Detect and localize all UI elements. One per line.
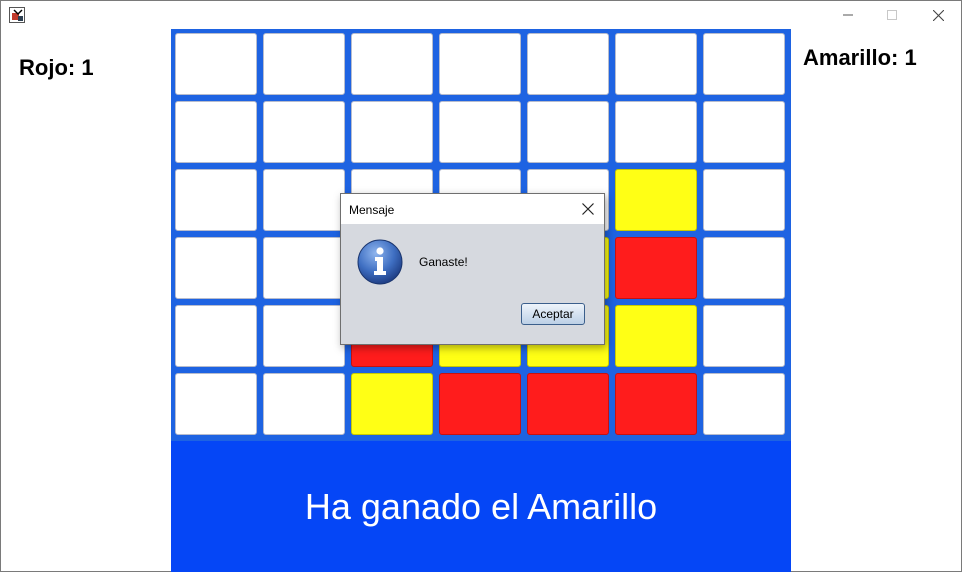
- status-panel: Ha ganado el Amarillo: [171, 441, 791, 572]
- dialog-title-bar[interactable]: Mensaje: [341, 194, 604, 224]
- java-app-icon: [9, 7, 25, 23]
- board-cell-empty[interactable]: [703, 305, 785, 367]
- board-cell-empty[interactable]: [175, 237, 257, 299]
- board-cell-empty[interactable]: [175, 373, 257, 435]
- board-cell-empty[interactable]: [175, 169, 257, 231]
- information-icon: [356, 238, 404, 286]
- minimize-button[interactable]: [825, 1, 871, 29]
- board-cell-empty[interactable]: [263, 101, 345, 163]
- close-window-button[interactable]: [915, 1, 961, 29]
- board-cell-empty[interactable]: [351, 33, 433, 95]
- board-cell-empty[interactable]: [263, 169, 345, 231]
- yellow-score-label: Amarillo: 1: [803, 45, 917, 70]
- close-icon: [582, 203, 594, 215]
- board-cell-empty[interactable]: [263, 305, 345, 367]
- title-bar[interactable]: [1, 1, 961, 29]
- board-cell-yellow[interactable]: [351, 373, 433, 435]
- board-cell-yellow[interactable]: [615, 169, 697, 231]
- maximize-button[interactable]: [869, 1, 915, 29]
- board-cell-empty[interactable]: [527, 33, 609, 95]
- close-icon: [932, 9, 944, 21]
- minimize-icon: [843, 14, 853, 16]
- dialog-message: Ganaste!: [419, 255, 468, 269]
- board-cell-empty[interactable]: [615, 33, 697, 95]
- board-cell-yellow[interactable]: [615, 305, 697, 367]
- dialog-close-button[interactable]: [578, 199, 598, 219]
- board-cell-empty[interactable]: [175, 33, 257, 95]
- board-cell-empty[interactable]: [439, 101, 521, 163]
- board-cell-empty[interactable]: [263, 237, 345, 299]
- board-cell-empty[interactable]: [615, 101, 697, 163]
- board-cell-empty[interactable]: [703, 169, 785, 231]
- board-cell-empty[interactable]: [703, 373, 785, 435]
- dialog-title: Mensaje: [349, 203, 395, 217]
- red-score-label: Rojo: 1: [19, 55, 94, 80]
- board-cell-empty[interactable]: [175, 101, 257, 163]
- board-cell-empty[interactable]: [263, 373, 345, 435]
- board-cell-empty[interactable]: [263, 33, 345, 95]
- board-cell-red[interactable]: [439, 373, 521, 435]
- board-cell-empty[interactable]: [703, 237, 785, 299]
- maximize-icon: [887, 10, 897, 20]
- board-cell-empty[interactable]: [439, 33, 521, 95]
- board-cell-empty[interactable]: [703, 33, 785, 95]
- board-cell-red[interactable]: [615, 237, 697, 299]
- board-cell-empty[interactable]: [175, 305, 257, 367]
- message-dialog: Mensaje Ganaste! Aceptar: [340, 193, 605, 345]
- accept-button[interactable]: Aceptar: [521, 303, 585, 325]
- board-cell-empty[interactable]: [703, 101, 785, 163]
- board-cell-red[interactable]: [615, 373, 697, 435]
- board-cell-red[interactable]: [527, 373, 609, 435]
- status-message: Ha ganado el Amarillo: [304, 485, 658, 527]
- board-cell-empty[interactable]: [527, 101, 609, 163]
- board-cell-empty[interactable]: [351, 101, 433, 163]
